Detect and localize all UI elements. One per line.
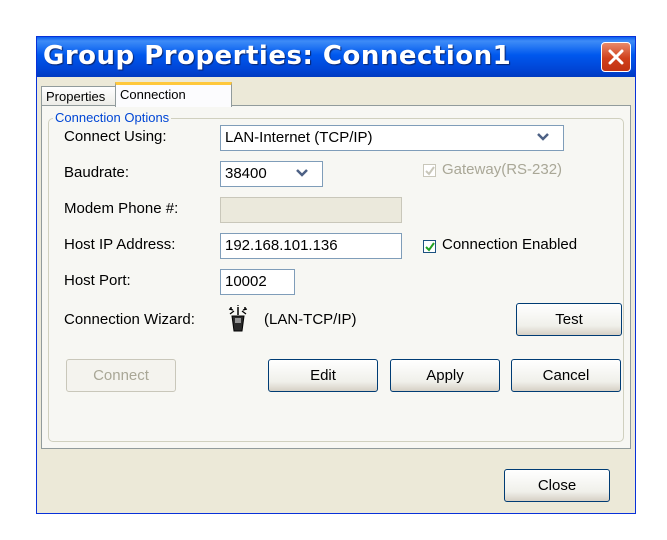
tab-connection-label: Connection [120,87,186,102]
wizard-wand-icon[interactable] [225,305,251,333]
connect-using-select[interactable]: LAN-Internet (TCP/IP) [220,125,564,151]
cancel-button[interactable]: Cancel [511,359,621,392]
host-ip-label: Host IP Address: [64,236,176,253]
connect-using-label: Connect Using: [64,128,167,145]
chevron-down-icon [537,133,549,141]
gateway-checkbox[interactable] [423,164,436,177]
connection-wizard-value: (LAN-TCP/IP) [264,311,357,328]
connect-button[interactable]: Connect [66,359,176,392]
baudrate-label: Baudrate: [64,164,130,181]
group-label: Connection Options [53,110,172,125]
baudrate-value: 38400 [225,165,267,182]
close-icon [608,49,624,65]
group-properties-dialog: Group Properties: Connection1 Properties… [36,36,636,514]
edit-button[interactable]: Edit [268,359,378,392]
connection-enabled-checkbox[interactable] [423,240,436,253]
connection-tab-panel: Connection Options Connect Using: LAN-In… [41,105,631,449]
host-port-value: 10002 [225,273,267,290]
close-button[interactable]: Close [504,469,610,502]
checkmark-icon [425,242,435,252]
window-title: Group Properties: Connection1 [43,41,512,71]
test-button[interactable]: Test [516,303,622,336]
host-port-input[interactable]: 10002 [220,269,295,295]
checkmark-icon [425,166,435,176]
tab-connection[interactable]: Connection [115,82,232,107]
apply-button[interactable]: Apply [390,359,500,392]
connect-using-value: LAN-Internet (TCP/IP) [225,129,373,146]
tab-properties-label: Properties [46,89,106,104]
connection-enabled-label: Connection Enabled [442,236,578,253]
host-port-label: Host Port: [64,272,131,289]
baudrate-select[interactable]: 38400 [220,161,323,187]
chevron-down-icon [296,169,308,177]
gateway-label: Gateway(RS-232) [442,161,563,178]
modem-phone-label: Modem Phone #: [64,200,179,217]
host-ip-value: 192.168.101.136 [225,237,338,254]
title-bar[interactable]: Group Properties: Connection1 [37,37,635,77]
host-ip-input[interactable]: 192.168.101.136 [220,233,402,259]
title-close-button[interactable] [601,42,631,72]
connection-options-group: Connection Options Connect Using: LAN-In… [48,110,624,442]
modem-phone-input[interactable] [220,197,402,223]
connection-wizard-label: Connection Wizard: [64,311,195,328]
tab-properties[interactable]: Properties [41,86,116,106]
